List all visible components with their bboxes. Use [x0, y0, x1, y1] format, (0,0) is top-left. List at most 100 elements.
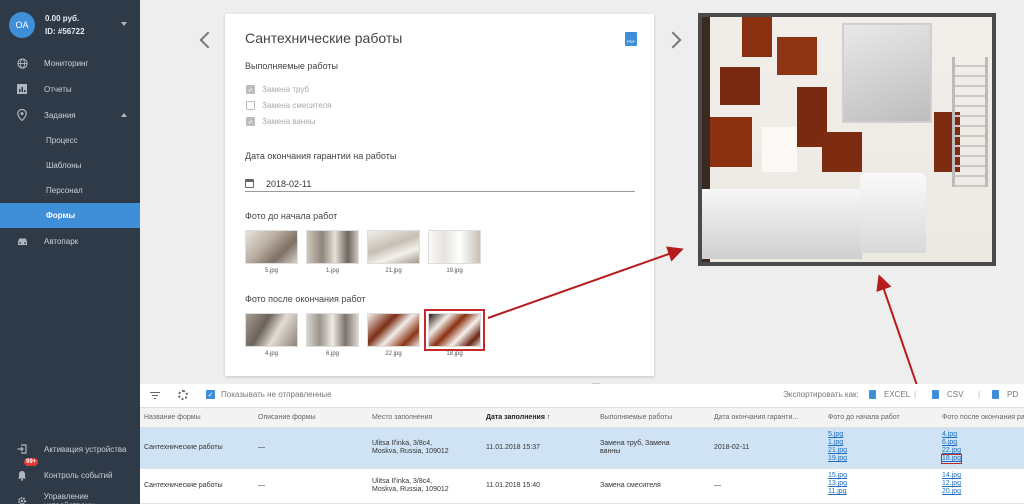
- photo-link[interactable]: 6.jpg: [942, 439, 1020, 447]
- avatar: OA: [9, 12, 35, 38]
- sidebar-item-label: Отчеты: [44, 84, 72, 94]
- calendar-icon: [245, 179, 254, 188]
- document-icon: [869, 390, 876, 399]
- photo-preview[interactable]: [698, 13, 996, 266]
- chart-icon: [16, 83, 28, 95]
- table-toolbar: ✓ Показывать не отправленные Экспортиров…: [140, 384, 1024, 408]
- photo-thumbnail-selected[interactable]: 18.jpg: [424, 309, 485, 357]
- photo-thumbnail[interactable]: 21.jpg: [367, 230, 420, 274]
- photo-link[interactable]: 1.jpg: [828, 439, 934, 447]
- sidebar-item-autopark[interactable]: Автопарк: [0, 228, 140, 254]
- chevron-up-icon: [121, 113, 127, 117]
- photo-link[interactable]: 11.jpg: [828, 488, 934, 496]
- export-pdf-button[interactable]: PD: [992, 390, 1018, 399]
- work-checkbox[interactable]: ✓ Замена ванны: [246, 117, 316, 126]
- work-label: Замена смесителя: [262, 101, 332, 110]
- sidebar-subitem-forms[interactable]: Формы: [0, 203, 140, 228]
- photo-link[interactable]: 13.jpg: [828, 480, 934, 488]
- separator: |: [914, 390, 917, 399]
- filter-icon[interactable]: [150, 392, 160, 400]
- sidebar-item-tasks[interactable]: Задания: [0, 102, 140, 128]
- sidebar-item-label: Автопарк: [44, 236, 79, 246]
- sidebar: OA 0.00 руб. ID: #56722 Мониторинг Отчет…: [0, 0, 140, 504]
- checkbox-checked[interactable]: ✓: [246, 85, 255, 94]
- sidebar-subitem-templates[interactable]: Шаблоны: [0, 153, 140, 178]
- photo-thumbnail[interactable]: 5.jpg: [245, 230, 298, 274]
- bell-icon: [16, 469, 28, 481]
- sidebar-subitem-personnel[interactable]: Персонал: [0, 178, 140, 203]
- photo-thumbnail[interactable]: 4.jpg: [245, 313, 298, 357]
- column-header[interactable]: Фото после окончания ра...: [938, 408, 1024, 427]
- sidebar-item-monitoring[interactable]: Мониторинг: [0, 50, 140, 76]
- account-id: ID: #56722: [45, 27, 85, 36]
- column-header[interactable]: Выполняемые работы: [596, 408, 710, 427]
- photo-link[interactable]: 5.jpg: [828, 431, 934, 439]
- column-header[interactable]: Описание формы: [254, 408, 368, 427]
- sidebar-item-device-management[interactable]: Управление устройствами: [0, 488, 140, 504]
- pdf-export-icon[interactable]: PDF: [625, 32, 637, 46]
- export-excel-button[interactable]: EXCEL: [869, 390, 910, 399]
- photo-thumbnail[interactable]: 19.jpg: [428, 230, 481, 274]
- sidebar-item-label: Активация устройства: [44, 444, 127, 454]
- sidebar-item-label: Контроль событий: [44, 470, 113, 480]
- forms-table: Название формы Описание формы Место запо…: [140, 408, 1024, 504]
- sidebar-subitem-process[interactable]: Процесс: [0, 128, 140, 153]
- photo-thumbnail[interactable]: 6.jpg: [306, 313, 359, 357]
- sidebar-item-label: Мониторинг: [44, 58, 89, 68]
- table-row[interactable]: Сантехнические работы — Ulitsa Il'inka, …: [140, 428, 1024, 469]
- photos-after-label: Фото после окончания работ: [245, 294, 366, 304]
- photos-before-gallery: 5.jpg 1.jpg 21.jpg 19.jpg: [245, 230, 489, 274]
- settings-gear-icon[interactable]: [178, 390, 188, 400]
- column-header[interactable]: Дата окончания гаранти...: [710, 408, 824, 427]
- sidebar-item-label: Управление устройствами: [43, 492, 95, 504]
- document-icon: [932, 390, 939, 399]
- warranty-label: Дата окончания гарантии на работы: [245, 151, 397, 161]
- column-header[interactable]: Фото до начала работ: [824, 408, 938, 427]
- sidebar-item-device-activation[interactable]: Активация устройства: [0, 436, 140, 462]
- photos-before-label: Фото до начала работ: [245, 211, 338, 221]
- export-label: Экспортировать как:: [783, 390, 859, 399]
- form-card: Сантехнические работы PDF Выполняемые ра…: [225, 14, 654, 376]
- works-label: Выполняемые работы: [245, 61, 338, 71]
- sort-arrow-icon: ↑: [546, 414, 551, 421]
- photo-link[interactable]: 20.jpg: [942, 488, 1020, 496]
- bathroom-photo: [702, 17, 992, 262]
- car-icon: [16, 235, 28, 247]
- globe-icon: [16, 57, 28, 69]
- photo-thumbnail[interactable]: 1.jpg: [306, 230, 359, 274]
- form-title: Сантехнические работы: [245, 30, 403, 46]
- photo-thumbnail[interactable]: 22.jpg: [367, 313, 420, 357]
- export-csv-button[interactable]: CSV: [932, 390, 963, 399]
- column-header[interactable]: Название формы: [140, 408, 254, 427]
- next-arrow-button[interactable]: [664, 31, 682, 49]
- show-unsent-toggle[interactable]: ✓ Показывать не отправленные: [206, 390, 332, 399]
- photo-link-highlighted[interactable]: 18.jpg: [940, 454, 963, 464]
- photo-link[interactable]: 21.jpg: [828, 447, 934, 455]
- sidebar-item-label: Задания: [44, 110, 76, 120]
- location-pin-icon: [16, 109, 28, 121]
- photo-link[interactable]: 19.jpg: [828, 455, 934, 463]
- sidebar-item-event-control[interactable]: 99+ Контроль событий: [0, 458, 140, 488]
- work-checkbox[interactable]: ✓ Замена труб: [246, 85, 309, 94]
- warranty-date-value: 2018-02-11: [266, 178, 312, 189]
- work-checkbox[interactable]: Замена смесителя: [246, 101, 332, 110]
- document-icon: [992, 390, 999, 399]
- sidebar-item-reports[interactable]: Отчеты: [0, 76, 140, 102]
- photo-link[interactable]: 12.jpg: [942, 480, 1020, 488]
- work-label: Замена труб: [262, 85, 310, 94]
- account-switcher[interactable]: OA 0.00 руб. ID: #56722: [0, 0, 140, 50]
- separator: |: [978, 390, 981, 399]
- prev-arrow-button[interactable]: [199, 31, 217, 49]
- checkbox-checked[interactable]: ✓: [246, 117, 255, 126]
- photo-link[interactable]: 4.jpg: [942, 431, 1020, 439]
- column-header[interactable]: Место заполнения: [368, 408, 482, 427]
- column-header-sorted[interactable]: Дата заполнения ↑: [482, 408, 596, 427]
- checkbox-unchecked[interactable]: [246, 101, 255, 110]
- login-icon: [16, 443, 28, 455]
- photo-link[interactable]: 15.jpg: [828, 472, 934, 480]
- photo-link[interactable]: 22.jpg: [942, 447, 1020, 455]
- warranty-date-field[interactable]: 2018-02-11: [245, 176, 635, 192]
- checkbox-checked[interactable]: ✓: [206, 390, 215, 399]
- photo-link[interactable]: 14.jpg: [942, 472, 1020, 480]
- table-row[interactable]: Сантехнические работы — Ulitsa Il'inka, …: [140, 469, 1024, 504]
